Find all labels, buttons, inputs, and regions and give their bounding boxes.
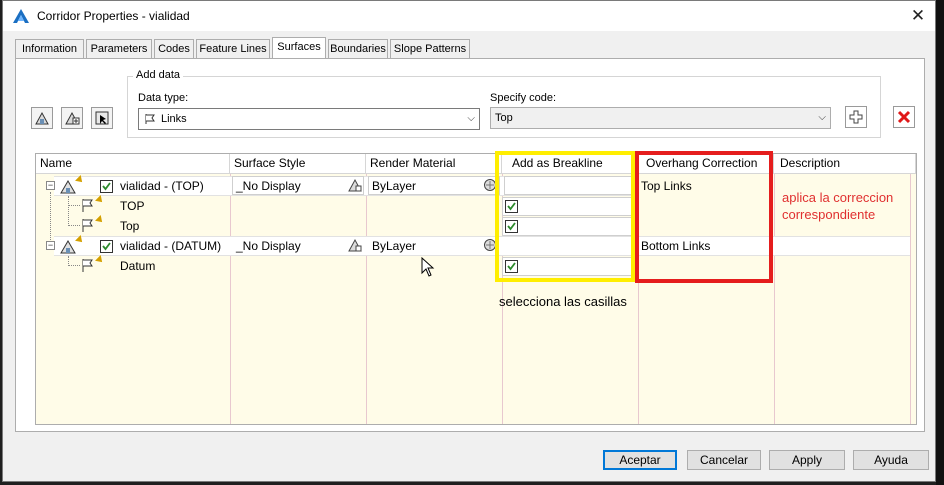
- create-surface-icon: [35, 111, 49, 125]
- annotation-breakline-note: selecciona las casillas: [499, 294, 627, 309]
- overhang-highlight-box: [635, 151, 773, 283]
- flag-marker-icon: [95, 195, 105, 205]
- specify-code-label: Specify code:: [490, 92, 557, 104]
- column-header-description[interactable]: Description: [774, 154, 916, 174]
- window-title: Corridor Properties - vialidad: [37, 9, 190, 23]
- data-type-dropdown[interactable]: Links ⌵: [138, 108, 480, 130]
- data-type-value: Links: [161, 113, 187, 125]
- accept-button[interactable]: Aceptar: [603, 450, 677, 470]
- tab-feature-lines[interactable]: Feature Lines: [196, 39, 270, 59]
- add-data-label: Add data: [133, 69, 184, 81]
- surface-visible-checkbox[interactable]: [100, 240, 113, 253]
- help-button[interactable]: Ayuda: [853, 450, 929, 470]
- surface-icon: [60, 180, 76, 194]
- link-code-name: TOP: [120, 199, 145, 213]
- specify-code-dropdown[interactable]: Top ⌵: [490, 107, 831, 129]
- column-header-surface-style[interactable]: Surface Style: [230, 154, 366, 174]
- link-code-name: Top: [120, 219, 140, 233]
- tree-line: [68, 265, 80, 266]
- flag-marker-icon: [95, 255, 105, 265]
- chevron-down-icon: ⌵: [467, 113, 475, 124]
- tab-parameters[interactable]: Parameters: [86, 39, 152, 59]
- add-code-button[interactable]: [845, 106, 867, 128]
- surface-icon: [60, 240, 76, 254]
- collapse-icon[interactable]: −: [46, 241, 55, 250]
- data-type-label: Data type:: [138, 92, 189, 104]
- breakline-highlight-box: [495, 151, 635, 282]
- collapse-icon[interactable]: −: [46, 181, 55, 190]
- render-material-value[interactable]: ByLayer: [368, 237, 416, 256]
- surface-visible-checkbox[interactable]: [100, 180, 113, 193]
- surface-name: vialidad - (DATUM): [120, 239, 222, 253]
- tree-line: [68, 205, 80, 206]
- plus-icon: [849, 110, 863, 124]
- tab-surfaces[interactable]: Surfaces: [272, 37, 326, 59]
- link-icon: [82, 259, 93, 272]
- background-edge: [936, 0, 944, 485]
- chevron-down-icon: ⌵: [818, 112, 826, 123]
- create-surface-button[interactable]: [31, 107, 53, 129]
- surface-style-value[interactable]: _No Display: [232, 237, 301, 256]
- tree-line: [68, 196, 69, 226]
- tab-information[interactable]: Information: [15, 39, 84, 59]
- style-picker-icon[interactable]: [348, 238, 362, 252]
- add-surface-items-icon: [65, 111, 80, 125]
- close-icon[interactable]: ✕: [903, 5, 933, 27]
- add-surface-items-button[interactable]: [61, 107, 83, 129]
- title-bar[interactable]: Corridor Properties - vialidad ✕: [3, 1, 935, 31]
- column-header-name[interactable]: Name: [36, 154, 230, 174]
- style-picker-icon[interactable]: [348, 178, 362, 192]
- surface-style-value: _No Display: [236, 179, 301, 193]
- pick-surface-icon: [95, 111, 109, 125]
- tab-boundaries[interactable]: Boundaries: [328, 39, 388, 59]
- civil3d-app-icon: [13, 9, 29, 23]
- pick-surface-button[interactable]: [91, 107, 113, 129]
- tree-line: [68, 225, 80, 226]
- tree-line: [50, 192, 51, 246]
- annotation-overhang-note: aplica la correccion correspondiente: [782, 190, 894, 222]
- links-icon: [145, 114, 155, 125]
- cancel-button[interactable]: Cancelar: [687, 450, 761, 470]
- surface-name: vialidad - (TOP): [120, 179, 204, 193]
- flag-marker-icon: [95, 215, 105, 225]
- column-divider: [230, 174, 231, 424]
- corridor-properties-dialog: Corridor Properties - vialidad ✕ Informa…: [2, 0, 936, 482]
- tab-slope-patterns[interactable]: Slope Patterns: [390, 39, 470, 59]
- render-material-value: ByLayer: [372, 179, 417, 193]
- column-divider: [366, 174, 367, 424]
- apply-button[interactable]: Apply: [769, 450, 845, 470]
- link-icon: [82, 199, 93, 212]
- red-x-icon: [897, 110, 911, 124]
- specify-code-value: Top: [495, 112, 513, 124]
- tab-codes[interactable]: Codes: [154, 39, 194, 59]
- mouse-cursor-icon: [421, 257, 435, 277]
- remove-button[interactable]: [893, 106, 915, 128]
- link-icon: [82, 219, 93, 232]
- column-divider: [774, 174, 775, 424]
- link-code-name: Datum: [120, 259, 156, 273]
- column-header-render-material[interactable]: Render Material: [366, 154, 502, 174]
